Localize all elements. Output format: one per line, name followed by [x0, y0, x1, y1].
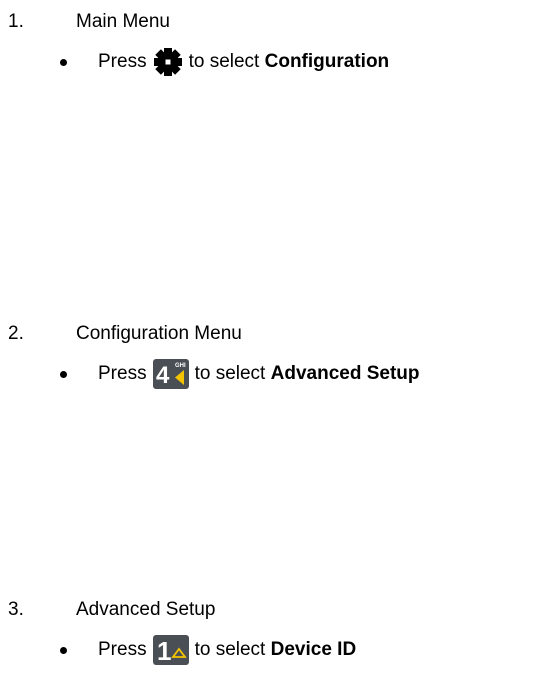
step-number: 2.: [8, 323, 24, 344]
target-label: Configuration: [264, 51, 390, 72]
step-number: 1.: [8, 11, 24, 32]
key-digit: 4: [156, 362, 170, 389]
select-text: to select: [194, 639, 271, 660]
instruction-line: Press 4 GHI to select Advanced Setup: [60, 354, 420, 394]
instruction-line: Press to select Configuration: [60, 42, 389, 82]
press-label: Press: [98, 363, 147, 384]
key-digit: 1: [157, 636, 171, 665]
press-label: Press: [98, 639, 147, 660]
step-3: 3. Advanced Setup Press 1 to select Devi…: [0, 598, 555, 678]
target-label: Device ID: [270, 639, 357, 660]
step-title: Configuration Menu: [76, 323, 242, 344]
gear-icon: [153, 47, 183, 77]
key-4-ghi-icon: 4 GHI: [152, 359, 189, 389]
select-text: to select: [194, 363, 271, 384]
key-letters: GHI: [175, 363, 186, 369]
target-label: Advanced Setup: [270, 363, 420, 384]
instruction-line: Press 1 to select Device ID: [60, 630, 356, 670]
step-1: 1. Main Menu Press to select Configurati…: [0, 10, 555, 90]
bullet-icon: [60, 58, 67, 66]
key-1-icon: 1: [152, 635, 189, 665]
select-text: to select: [188, 51, 265, 72]
step-title: Main Menu: [76, 11, 170, 32]
bullet-icon: [60, 370, 67, 378]
step-2: 2. Configuration Menu Press 4 GHI to sel…: [0, 322, 555, 402]
press-label: Press: [98, 51, 147, 72]
step-title: Advanced Setup: [76, 599, 216, 620]
bullet-icon: [60, 646, 67, 654]
step-number: 3.: [8, 599, 24, 620]
